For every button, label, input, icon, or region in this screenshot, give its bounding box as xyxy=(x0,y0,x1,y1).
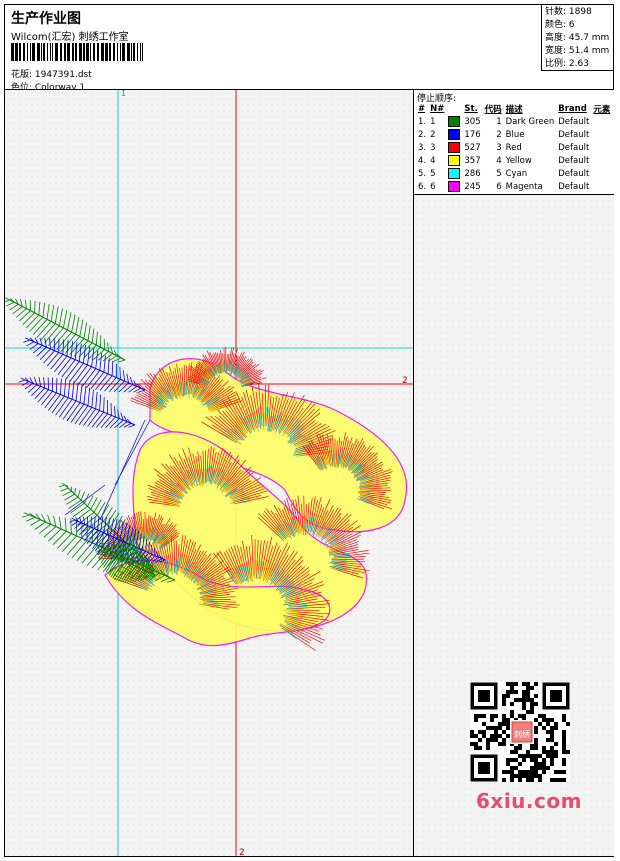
row-needle: 3 xyxy=(430,142,436,153)
stat-colors: 颜色: 6 xyxy=(545,20,575,30)
row-element xyxy=(591,167,612,180)
row-description: Cyan xyxy=(505,168,528,179)
red-axis-label-bottom: 2 xyxy=(239,848,245,856)
stop-sequence-table: # N# St. 代码 描述 Brand 元素 1. 1 305 1 Dark Gree… xyxy=(416,102,612,193)
color-swatch xyxy=(448,142,461,153)
row-description: Yellow xyxy=(505,155,532,166)
row-index: 2. xyxy=(418,129,427,140)
header: 生产作业图 Wilcom(汇宏) 刺绣工作室 花版: 1947391.dst 色… xyxy=(5,5,613,93)
row-brand: Default xyxy=(558,181,590,192)
row-swatch xyxy=(446,141,462,154)
company-name: Wilcom(汇宏) 刺绣工作室 xyxy=(11,32,129,43)
qr-code-icon: 刺绣 xyxy=(470,682,570,782)
row-stitches: 527 xyxy=(464,142,481,153)
row-needle: 2 xyxy=(430,129,436,140)
row-code: 2 xyxy=(496,129,502,140)
row-stitches: 286 xyxy=(464,168,481,179)
stat-width: 宽度: 51.4 mm xyxy=(545,46,610,56)
qr-center-text: 刺绣 xyxy=(514,729,530,739)
row-description: Dark Green xyxy=(505,116,555,127)
col-element: 元素 xyxy=(593,104,611,115)
design-canvas[interactable]: 1 2 2 xyxy=(5,90,413,856)
row-index: 3. xyxy=(418,142,427,153)
color-swatch xyxy=(448,129,461,140)
row-needle: 4 xyxy=(430,155,436,166)
row-description: Magenta xyxy=(505,181,543,192)
stat-scale: 比例: 2.63 xyxy=(545,59,589,69)
row-element xyxy=(591,128,612,141)
row-needle: 6 xyxy=(430,181,436,192)
row-element xyxy=(591,180,612,193)
color-swatch xyxy=(448,116,461,127)
stop-row[interactable]: 6. 6 245 6 Magenta Default xyxy=(416,180,612,193)
barcode-icon xyxy=(11,43,143,61)
row-brand: Default xyxy=(558,142,590,153)
row-stitches: 357 xyxy=(464,155,481,166)
red-axis-label-right: 2 xyxy=(402,376,408,386)
row-needle: 5 xyxy=(430,168,436,179)
row-code: 4 xyxy=(496,155,502,166)
row-code: 6 xyxy=(496,181,502,192)
row-brand: Default xyxy=(558,155,590,166)
row-swatch xyxy=(446,115,462,128)
row-index: 4. xyxy=(418,155,427,166)
stop-row[interactable]: 5. 5 286 5 Cyan Default xyxy=(416,167,612,180)
col-needle: N# xyxy=(430,103,445,114)
row-index: 1. xyxy=(418,116,427,127)
stop-row[interactable]: 4. 4 357 4 Yellow Default xyxy=(416,154,612,167)
row-element xyxy=(591,115,612,128)
embroidery-preview: 1 2 2 xyxy=(5,90,413,856)
row-code: 3 xyxy=(496,142,502,153)
col-description: 描述 xyxy=(505,104,523,115)
row-swatch xyxy=(446,180,462,193)
col-index: # xyxy=(418,103,426,114)
row-stitches: 305 xyxy=(464,116,481,127)
col-swatch xyxy=(446,102,462,115)
row-stitches: 176 xyxy=(464,129,481,140)
watermark-brand: 6xiu.com xyxy=(476,789,582,813)
row-swatch xyxy=(446,167,462,180)
stat-height: 高度: 45.7 mm xyxy=(545,33,610,43)
row-swatch xyxy=(446,154,462,167)
row-element xyxy=(591,141,612,154)
design-file-label: 花版: 1947391.dst xyxy=(11,70,92,80)
row-needle: 1 xyxy=(430,116,436,127)
row-stitches: 245 xyxy=(464,181,481,192)
row-index: 5. xyxy=(418,168,427,179)
row-brand: Default xyxy=(558,129,590,140)
page-title: 生产作业图 xyxy=(11,11,81,27)
color-swatch xyxy=(448,168,461,179)
cyan-axis-label: 1 xyxy=(121,90,126,98)
col-stitches: St. xyxy=(464,103,478,114)
color-swatch xyxy=(448,181,461,192)
stop-row[interactable]: 1. 1 305 1 Dark Green Default xyxy=(416,115,612,128)
row-element xyxy=(591,154,612,167)
row-code: 5 xyxy=(496,168,502,179)
stop-row[interactable]: 2. 2 176 2 Blue Default xyxy=(416,128,612,141)
row-swatch xyxy=(446,128,462,141)
row-brand: Default xyxy=(558,116,590,127)
row-index: 6. xyxy=(418,181,427,192)
row-description: Red xyxy=(505,142,522,153)
stop-row[interactable]: 3. 3 527 3 Red Default xyxy=(416,141,612,154)
col-brand: Brand xyxy=(558,103,587,114)
row-brand: Default xyxy=(558,168,590,179)
color-swatch xyxy=(448,155,461,166)
col-code: 代码 xyxy=(484,104,502,115)
row-description: Blue xyxy=(505,129,525,140)
design-stats: 针数: 1898 颜色: 6 高度: 45.7 mm 宽度: 51.4 mm 比… xyxy=(541,5,613,71)
row-code: 1 xyxy=(496,116,502,127)
stat-stitches: 针数: 1898 xyxy=(545,7,592,17)
